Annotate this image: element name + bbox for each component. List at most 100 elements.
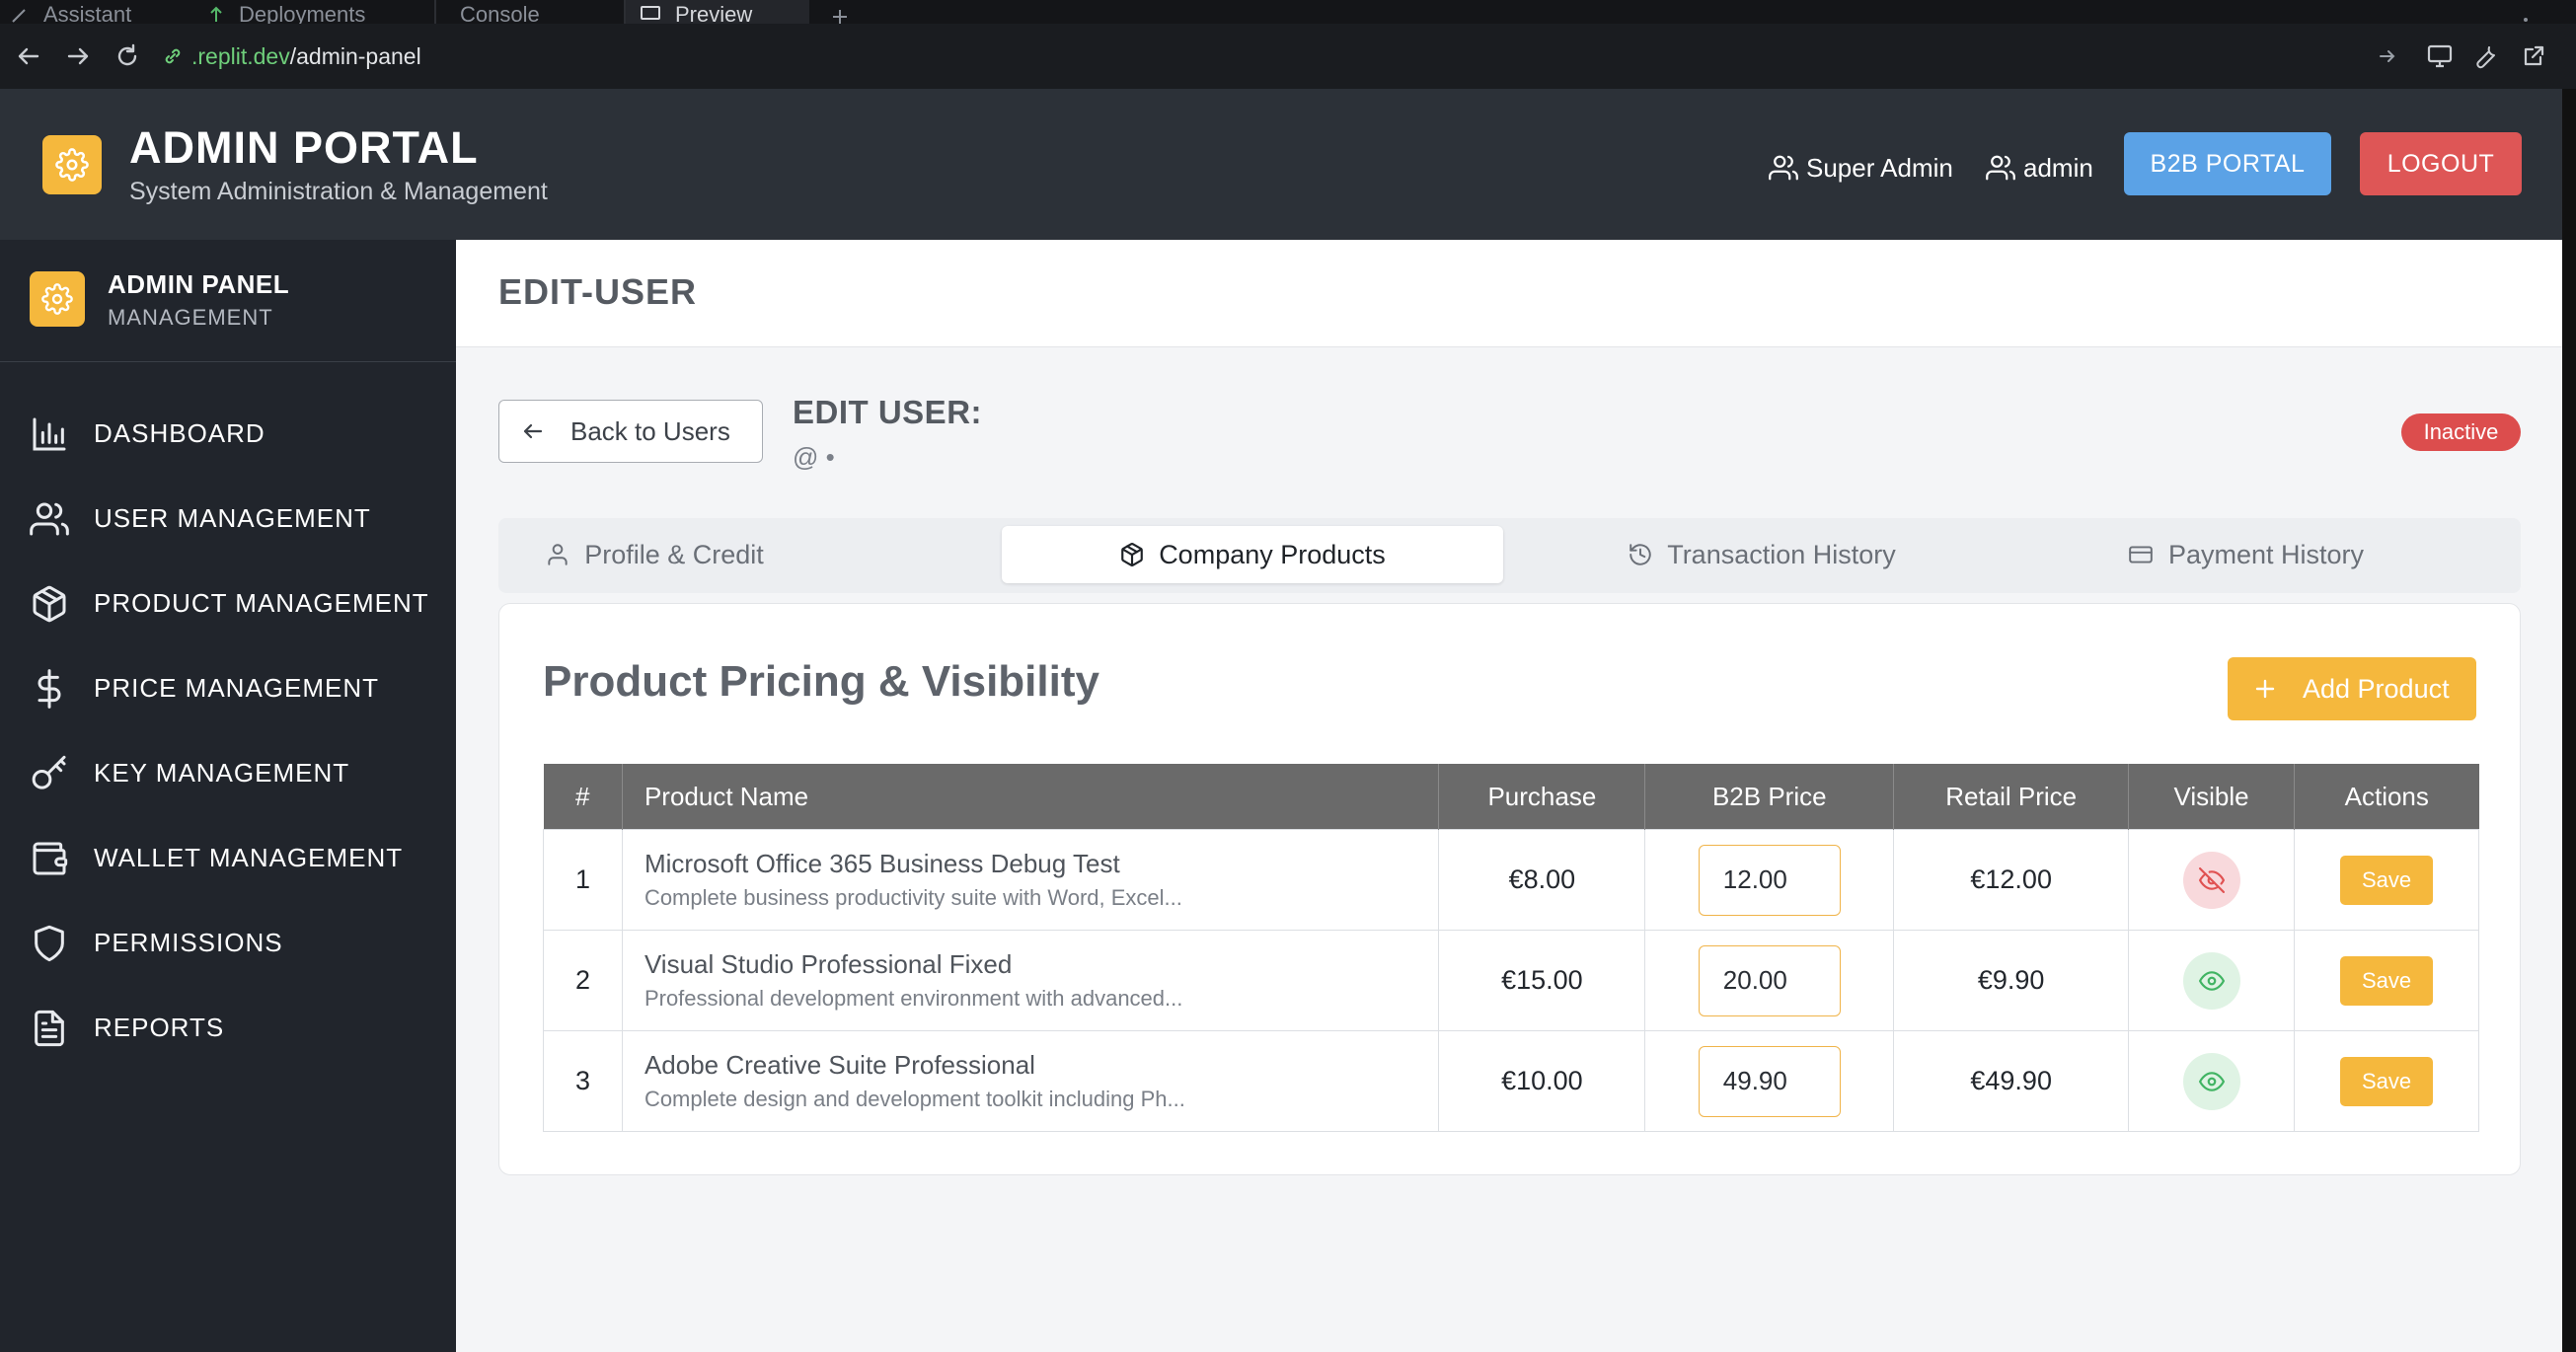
more-menu-button[interactable] <box>2523 0 2542 24</box>
wrench-icon[interactable] <box>2473 43 2499 69</box>
visibility-cell <box>2128 829 2296 931</box>
visibility-toggle[interactable] <box>2182 951 2240 1010</box>
tab-divider <box>434 0 436 24</box>
back-arrow-icon[interactable] <box>16 44 41 68</box>
sidebar-item-wallet-management[interactable]: WALLET MANAGEMENT <box>0 828 456 887</box>
row-index: 3 <box>543 1030 623 1132</box>
arrow-right-icon[interactable] <box>2377 45 2398 67</box>
user-indicator: admin <box>1986 148 2093 188</box>
deploy-icon <box>207 6 225 24</box>
gear-icon <box>30 271 85 327</box>
sidebar-item-label: PERMISSIONS <box>94 927 283 957</box>
more-vertical-icon <box>2523 6 2529 24</box>
sidebar-item-product-management[interactable]: PRODUCT MANAGEMENT <box>0 573 456 633</box>
purchase-price: €15.00 <box>1438 930 1646 1031</box>
username-label: admin <box>2023 152 2093 183</box>
new-tab-button[interactable] <box>831 0 861 24</box>
add-product-label: Add Product <box>2303 673 2450 704</box>
edit-user-title: EDIT USER: <box>793 394 983 430</box>
tab-label: Payment History <box>2167 539 2365 569</box>
actions-cell: Save <box>2294 829 2479 931</box>
retail-price: €9.90 <box>1893 930 2130 1031</box>
portal-subtitle: System Administration & Management <box>129 178 548 205</box>
url-host: .replit.dev <box>191 42 290 69</box>
sidebar-item-label: KEY MANAGEMENT <box>94 757 350 788</box>
actions-cell: Save <box>2294 930 2479 1031</box>
tab-company-products[interactable]: Company Products <box>1002 526 1503 583</box>
b2b-price-input[interactable]: 20.00 <box>1698 944 1841 1016</box>
users-icon <box>1769 153 1798 183</box>
document-icon <box>30 1009 69 1048</box>
product-cell: Microsoft Office 365 Business Debug Test… <box>621 829 1440 931</box>
assistant-icon <box>10 6 30 24</box>
sidebar-item-label: PRICE MANAGEMENT <box>94 672 380 703</box>
product-description: Complete design and development toolkit … <box>644 1087 1185 1111</box>
column-header: Purchase <box>1438 764 1645 830</box>
browser-tab-bar: Assistant Deployments Console Preview <box>0 0 2576 25</box>
back-to-users-button[interactable]: Back to Users <box>498 400 763 463</box>
history-icon <box>1628 542 1653 567</box>
visibility-cell <box>2128 930 2296 1031</box>
card-title: Product Pricing & Visibility <box>543 657 1099 706</box>
logout-button[interactable]: LOGOUT <box>2360 132 2522 195</box>
browser-tab-deployments[interactable]: Deployments <box>207 0 434 24</box>
browser-tab-preview[interactable]: Preview <box>626 0 809 24</box>
b2b-price-cell: 12.00 <box>1644 829 1895 931</box>
tab-profile-credit[interactable]: Profile & Credit <box>506 526 802 583</box>
column-header: Visible <box>2128 764 2295 830</box>
table-row: 2 Visual Studio Professional Fixed Profe… <box>543 930 2479 1031</box>
b2b-price-cell: 49.90 <box>1644 1030 1895 1132</box>
save-button[interactable]: Save <box>2340 855 2434 905</box>
table-header-row: # Product Name Purchase B2B Price Retail… <box>543 764 2479 830</box>
browser-tab-console[interactable]: Console <box>460 0 608 25</box>
b2b-price-input[interactable]: 49.90 <box>1698 1045 1841 1117</box>
visibility-cell <box>2128 1030 2296 1132</box>
table-row: 3 Adobe Creative Suite Professional Comp… <box>543 1030 2479 1132</box>
column-header: # <box>543 764 623 830</box>
back-button-label: Back to Users <box>570 415 730 446</box>
sidebar-item-user-management[interactable]: USER MANAGEMENT <box>0 488 456 548</box>
sidebar-item-key-management[interactable]: KEY MANAGEMENT <box>0 743 456 802</box>
plus-icon <box>831 6 849 24</box>
sidebar-title: ADMIN PANEL <box>108 269 290 299</box>
b2b-price-input[interactable]: 12.00 <box>1698 844 1841 916</box>
sidebar-item-label: REPORTS <box>94 1012 225 1042</box>
row-index: 1 <box>543 829 623 931</box>
tab-label: Transaction History <box>1667 539 1896 569</box>
page-title: EDIT-USER <box>498 271 698 312</box>
sidebar-item-price-management[interactable]: PRICE MANAGEMENT <box>0 658 456 717</box>
scrollbar-track[interactable] <box>2562 89 2576 1352</box>
visibility-toggle[interactable] <box>2182 1052 2240 1110</box>
column-header: Actions <box>2294 764 2479 830</box>
visibility-toggle[interactable] <box>2182 851 2240 909</box>
user-tabs: Profile & Credit Company Products Transa… <box>498 518 2521 593</box>
tab-label: Company Products <box>1159 539 1386 569</box>
sidebar-item-dashboard[interactable]: DASHBOARD <box>0 404 456 463</box>
external-link-icon[interactable] <box>2521 43 2546 69</box>
link-icon <box>162 45 184 67</box>
add-product-button[interactable]: Add Product <box>2228 657 2476 720</box>
role-label: Super Admin <box>1806 152 1953 183</box>
tab-payment-history[interactable]: Payment History <box>2097 526 2393 583</box>
save-button[interactable]: Save <box>2340 955 2434 1006</box>
users-icon <box>1986 153 2015 183</box>
sidebar-item-reports[interactable]: REPORTS <box>0 998 456 1057</box>
reload-icon[interactable] <box>114 43 140 69</box>
address-bar[interactable]: .replit.dev/admin-panel <box>162 39 421 73</box>
b2b-portal-button[interactable]: B2B PORTAL <box>2124 132 2331 195</box>
forward-arrow-icon[interactable] <box>65 44 91 68</box>
save-button[interactable]: Save <box>2340 1056 2434 1106</box>
sidebar-item-permissions[interactable]: PERMISSIONS <box>0 913 456 972</box>
sidebar-header: ADMIN PANEL MANAGEMENT <box>0 240 456 362</box>
browser-tab-label: Deployments <box>239 2 366 25</box>
key-icon <box>30 754 69 793</box>
devices-icon[interactable] <box>2426 43 2454 69</box>
browser-tab-label: Console <box>460 2 540 25</box>
role-indicator: Super Admin <box>1769 148 1953 188</box>
wallet-icon <box>30 839 69 878</box>
page-header: EDIT-USER <box>456 240 2562 347</box>
product-cell: Adobe Creative Suite Professional Comple… <box>621 1030 1440 1132</box>
tab-transaction-history[interactable]: Transaction History <box>1584 526 1939 583</box>
purchase-price: €10.00 <box>1438 1030 1646 1132</box>
row-index: 2 <box>543 930 623 1031</box>
